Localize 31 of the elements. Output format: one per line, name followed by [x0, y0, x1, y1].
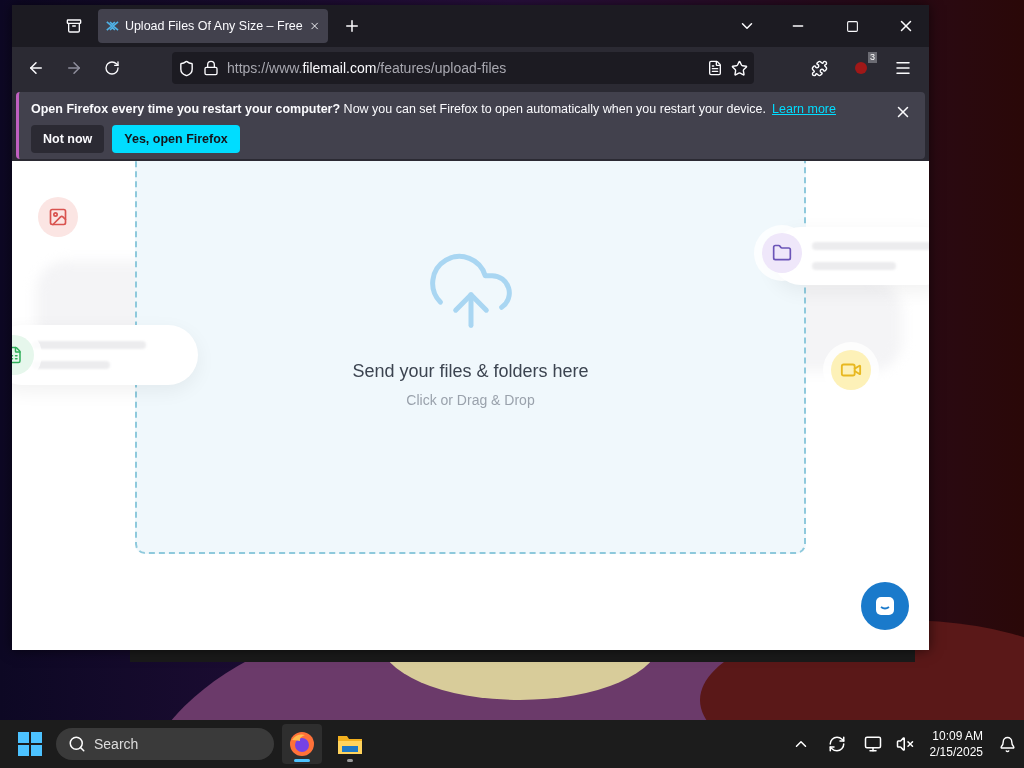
shield-icon — [178, 59, 195, 77]
tab-title: Upload Files Of Any Size – Free — [124, 19, 303, 33]
search-field[interactable]: Search — [56, 728, 274, 760]
extension-badge: 3 — [868, 52, 877, 63]
firefox-icon — [289, 731, 315, 757]
confirm-button[interactable]: Yes, open Firefox — [112, 125, 240, 153]
folder-icon — [337, 733, 363, 755]
notifications-icon[interactable] — [999, 735, 1016, 753]
browser-tab[interactable]: Upload Files Of Any Size – Free — [98, 9, 328, 43]
reader-view-icon — [707, 60, 723, 76]
site-logo-icon — [106, 20, 119, 32]
extension-logo-icon — [854, 61, 868, 75]
learn-more-link[interactable]: Learn more — [772, 102, 836, 116]
search-icon — [68, 735, 86, 753]
url-text: https://www.filemail.com/features/upload-files — [227, 60, 508, 76]
bookmark-star-icon — [731, 59, 748, 77]
taskbar-app[interactable] — [282, 724, 322, 764]
drop-zone[interactable]: Send your files & folders here Click or Drag & Drop — [135, 161, 806, 554]
lock-icon — [203, 60, 219, 76]
clock[interactable]: 10:09 AM 2/15/2025 — [929, 729, 983, 759]
address-bar[interactable]: https://www.filemail.com/features/upload-files — [172, 52, 754, 84]
notification-message: Open Firefox every time you restart your computer? Now you can set Firefox to open automatically when you restart your device. — [31, 102, 767, 116]
dismiss-button[interactable]: Not now — [31, 125, 105, 153]
volume-muted-icon[interactable] — [895, 735, 914, 753]
drop-zone-subtitle: Click or Drag & Drop — [406, 392, 535, 408]
chat-button[interactable] — [861, 582, 909, 630]
chat-icon — [873, 594, 897, 618]
sync-icon[interactable] — [827, 735, 846, 753]
drop-zone-title: Send your files & folders here — [352, 361, 589, 382]
start-icon[interactable] — [18, 732, 42, 756]
network-icon[interactable] — [863, 735, 882, 753]
